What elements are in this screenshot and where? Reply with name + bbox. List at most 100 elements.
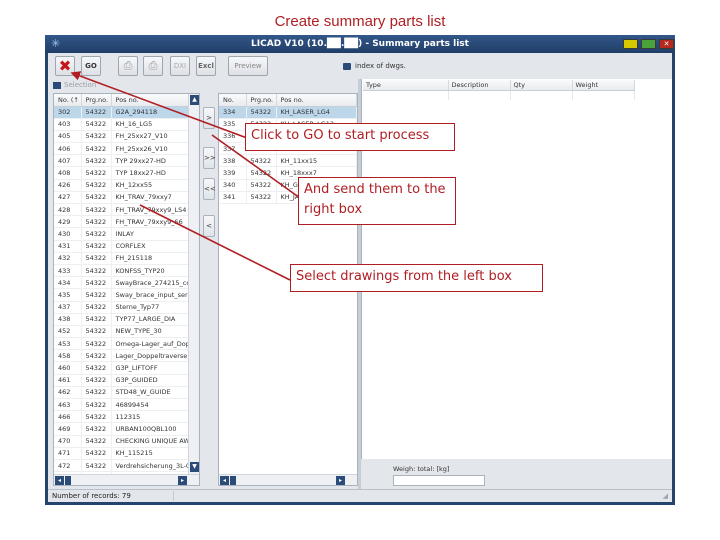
- column-header-pos-no[interactable]: Pos no.: [276, 94, 357, 107]
- cell-no: 407: [54, 154, 82, 168]
- cell-prg-no: 54322: [81, 276, 112, 290]
- scroll-right-icon[interactable]: ▸: [336, 476, 345, 485]
- column-header-no[interactable]: No.: [219, 94, 247, 107]
- cell-no: 434: [54, 276, 82, 290]
- table-row[interactable]: 426 54322 KH_12xx55: [54, 179, 199, 192]
- scroll-thumb[interactable]: [230, 476, 236, 485]
- table-row[interactable]: 435 54322 Sway_brace_input_ser: [54, 288, 199, 302]
- print-button[interactable]: ⎙: [118, 56, 138, 76]
- cell-no: 339: [219, 166, 247, 180]
- cell-no: 408: [54, 166, 82, 180]
- cell-no: 431: [54, 240, 82, 253]
- cell-pos-no: KH_11xx15: [276, 154, 357, 168]
- cell-prg-no: 54322: [81, 386, 112, 400]
- table-row[interactable]: 406 54322 FH_25xx26_V10: [54, 142, 199, 156]
- vertical-scrollbar[interactable]: ▲ ▼: [188, 94, 199, 485]
- excel-export-button[interactable]: Excl: [196, 56, 216, 76]
- cell-pos-no: URBAN100QBL100: [111, 422, 199, 436]
- move-right-button[interactable]: >: [203, 107, 215, 129]
- column-header-prg-no[interactable]: Prg.no.: [81, 94, 112, 107]
- cell-no: 426: [54, 179, 82, 192]
- table-row[interactable]: 431 54322 CORFLEX: [54, 240, 199, 253]
- cancel-button[interactable]: ✖: [55, 56, 75, 76]
- column-header-description[interactable]: Description: [448, 80, 511, 91]
- cell-pos-no: SwayBrace_274215_col: [111, 276, 199, 290]
- scroll-left-icon[interactable]: ◂: [220, 476, 229, 485]
- scroll-down-icon[interactable]: ▼: [190, 462, 199, 472]
- move-all-left-button[interactable]: <<: [203, 178, 216, 200]
- table-row[interactable]: [363, 90, 635, 100]
- horizontal-scrollbar[interactable]: ◂ ▸: [54, 474, 199, 485]
- table-row[interactable]: 463 54322 46899454: [54, 398, 199, 412]
- cell-prg-no: 54322: [81, 264, 112, 278]
- table-row[interactable]: 469 54322 URBAN100QBL100: [54, 422, 199, 436]
- table-row[interactable]: 438 54322 TYP77_LARGE_DIA: [54, 313, 199, 326]
- preview-button[interactable]: Preview: [228, 56, 268, 76]
- table-row[interactable]: 432 54322 FH_215118: [54, 252, 199, 265]
- table-row[interactable]: 434 54322 SwayBrace_274215_col: [54, 276, 199, 290]
- go-button[interactable]: GO: [81, 56, 101, 76]
- table-row[interactable]: 429 54322 FH_TRAV_79xxy9_S6: [54, 215, 199, 229]
- move-all-right-button[interactable]: >>: [203, 147, 216, 169]
- table-row[interactable]: 471 54322 KH_115215: [54, 447, 199, 460]
- table-row[interactable]: 453 54322 Omega-Lager_auf_Dopp: [54, 337, 199, 351]
- resize-grip-icon[interactable]: ◢: [663, 492, 668, 500]
- column-header-type[interactable]: Type: [363, 80, 449, 91]
- table-row[interactable]: 460 54322 G3P_LIFTOFF: [54, 361, 199, 375]
- horizontal-scrollbar[interactable]: ◂ ▸: [219, 474, 357, 485]
- table-row[interactable]: 437 54322 Sterne_Typ77: [54, 301, 199, 314]
- table-row[interactable]: 466 54322 112315: [54, 410, 199, 424]
- table-row[interactable]: 302 54322 G2A_294118: [54, 106, 199, 119]
- table-row[interactable]: 428 54322 FH_TRAV_79xxy9_LS4: [54, 203, 199, 217]
- cell-pos-no: FH_TRAV_79xxy9_LS4: [111, 203, 199, 217]
- table-row[interactable]: 458 54322 Lager_Doppeltraverse: [54, 349, 199, 363]
- printer-icon: ⎙: [148, 59, 158, 72]
- maximize-button[interactable]: [641, 39, 656, 49]
- table-row[interactable]: 403 54322 KH_16_LG5: [54, 118, 199, 131]
- table-row[interactable]: 452 54322 NEW_TYPE_30: [54, 325, 199, 339]
- cell-no: 463: [54, 398, 82, 412]
- cell-no: 435: [54, 288, 82, 302]
- table-row[interactable]: 461 54322 G3P_GUIDED: [54, 374, 199, 387]
- table-row[interactable]: 427 54322 KH_TRAV_79xxy7: [54, 191, 199, 205]
- print-preview-button[interactable]: ⎙: [143, 56, 163, 76]
- index-of-drawings-checkbox[interactable]: index of dwgs.: [343, 62, 406, 70]
- scroll-left-icon[interactable]: ◂: [55, 476, 64, 485]
- table-row[interactable]: 430 54322 INLAY: [54, 227, 199, 241]
- scroll-thumb[interactable]: [65, 476, 71, 485]
- table-row[interactable]: 338 54322 KH_11xx15: [219, 154, 357, 168]
- cell-prg-no: 54322: [246, 106, 277, 119]
- scroll-right-icon[interactable]: ▸: [178, 476, 187, 485]
- column-header-prg-no[interactable]: Prg.no.: [246, 94, 277, 107]
- table-row[interactable]: 462 54322 STD48_W_GUIDE: [54, 386, 199, 400]
- column-header-no[interactable]: No. (↑: [54, 94, 82, 107]
- cell-no: 334: [219, 106, 247, 119]
- table-row[interactable]: 470 54322 CHECKING UNIQUE AW: [54, 435, 199, 448]
- close-button[interactable]: ✕: [659, 39, 674, 49]
- column-header-pos-no[interactable]: Pos no.: [111, 94, 199, 107]
- cell-prg-no: 54322: [81, 301, 112, 314]
- selection-grid[interactable]: No. (↑ Prg.no. Pos no. 302 54322 G2A_29411…: [53, 93, 200, 486]
- cell-pos-no: G3P_LIFTOFF: [111, 361, 199, 375]
- table-row[interactable]: 405 54322 FH_25xx27_V10: [54, 130, 199, 144]
- table-row[interactable]: 334 54322 KH_LASER_LG4: [219, 106, 357, 119]
- cell-no: 433: [54, 264, 82, 278]
- cell-prg-no: 54322: [246, 191, 277, 205]
- table-row[interactable]: 472 54322 Verdrehsicherung_3L-0: [54, 459, 199, 473]
- status-bar: Number of records: 79 ◢: [48, 489, 672, 502]
- dxf-export-button[interactable]: DXI: [170, 56, 190, 76]
- callout-go: Click to GO to start process: [245, 123, 455, 151]
- column-header-qty[interactable]: Qty: [510, 80, 573, 91]
- table-row[interactable]: 407 54322 TYP 29xx27-HD: [54, 154, 199, 168]
- cell-no: 341: [219, 191, 247, 205]
- cell-no: 406: [54, 142, 82, 156]
- cell-pos-no: FH_25xx27_V10: [111, 130, 199, 144]
- output-grid[interactable]: Type Description Qty Weight: [363, 80, 635, 100]
- scroll-up-icon[interactable]: ▲: [190, 95, 199, 105]
- table-row[interactable]: 408 54322 TYP 18xx27-HD: [54, 166, 199, 180]
- table-row[interactable]: 433 54322 KONFSS_TYP20: [54, 264, 199, 278]
- weight-total-field[interactable]: [393, 475, 485, 486]
- minimize-button[interactable]: [623, 39, 638, 49]
- move-left-button[interactable]: <: [203, 215, 215, 237]
- column-header-weight[interactable]: Weight: [572, 80, 635, 91]
